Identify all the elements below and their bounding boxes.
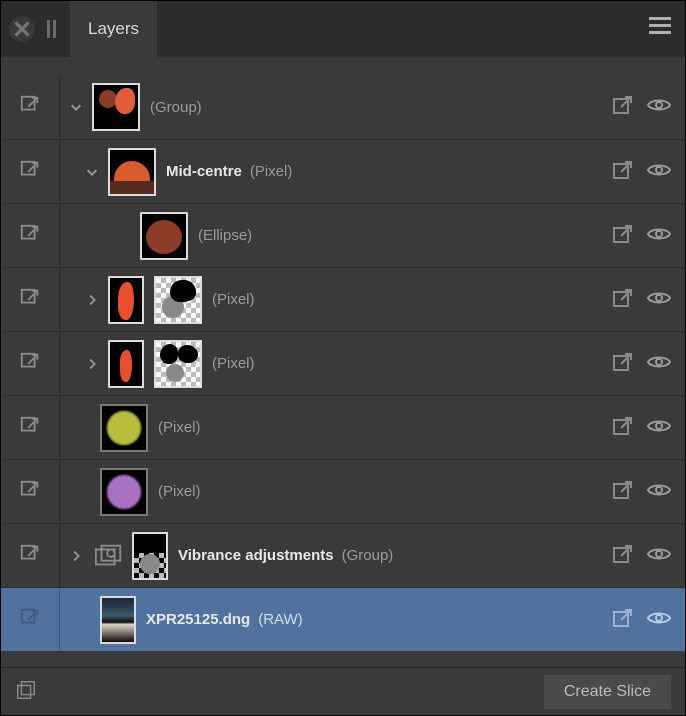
export-icon[interactable] <box>611 286 635 314</box>
layer-name: Vibrance adjustments <box>178 547 334 564</box>
export-icon[interactable] <box>19 94 41 120</box>
layer-type: (Pixel) <box>250 163 293 180</box>
export-icon[interactable] <box>611 478 635 506</box>
layer-thumbnail[interactable] <box>100 468 148 516</box>
visibility-icon[interactable] <box>647 225 671 247</box>
layer-thumbnail[interactable] <box>140 212 188 260</box>
layer-type: (RAW) <box>258 611 302 628</box>
layer-row[interactable]: XPR25125.dng (RAW) <box>1 587 685 651</box>
layer-name: Mid-centre <box>166 163 242 180</box>
layer-row[interactable]: Mid-centre (Pixel) <box>1 139 685 203</box>
export-icon[interactable] <box>611 414 635 442</box>
layer-thumbnail[interactable] <box>108 276 144 324</box>
export-icon[interactable] <box>19 415 41 441</box>
layer-type: (Pixel) <box>158 483 201 500</box>
visibility-icon[interactable] <box>647 161 671 183</box>
copy-layers-icon[interactable] <box>15 679 37 705</box>
export-icon[interactable] <box>19 607 41 633</box>
layer-thumbnail[interactable] <box>92 83 140 131</box>
visibility-icon[interactable] <box>647 545 671 567</box>
export-icon[interactable] <box>19 351 41 377</box>
create-slice-button[interactable]: Create Slice <box>544 675 671 709</box>
layer-row[interactable]: (Pixel) <box>1 459 685 523</box>
layers-list: (Group) Mid-centre (Pixel) <box>1 57 685 667</box>
close-button[interactable] <box>9 16 35 42</box>
panel-menu-button[interactable] <box>649 17 671 34</box>
layer-type: (Ellipse) <box>198 227 252 244</box>
layer-row[interactable]: Vibrance adjustments (Group) <box>1 523 685 587</box>
layer-thumbnail[interactable] <box>100 404 148 452</box>
layers-panel: Layers (Group) <box>0 0 686 716</box>
visibility-icon[interactable] <box>647 417 671 439</box>
layer-thumbnail[interactable] <box>132 532 168 580</box>
export-icon[interactable] <box>611 350 635 378</box>
layer-type: (Group) <box>342 547 394 564</box>
layer-row[interactable]: (Group) <box>1 75 685 139</box>
chevron-down-icon[interactable] <box>66 97 86 117</box>
tab-layers[interactable]: Layers <box>70 1 157 57</box>
export-icon[interactable] <box>19 223 41 249</box>
layer-thumbnail[interactable] <box>100 596 136 644</box>
chevron-down-icon[interactable] <box>82 162 102 182</box>
layer-name: XPR25125.dng <box>146 611 250 628</box>
visibility-icon[interactable] <box>647 289 671 311</box>
chevron-right-icon[interactable] <box>82 354 102 374</box>
panel-footer: Create Slice <box>1 667 685 715</box>
layer-row[interactable]: (Pixel) <box>1 331 685 395</box>
export-icon[interactable] <box>611 93 635 121</box>
visibility-icon[interactable] <box>647 481 671 503</box>
visibility-icon[interactable] <box>647 96 671 118</box>
layer-mask-thumbnail[interactable] <box>154 340 202 388</box>
tab-label: Layers <box>88 19 139 39</box>
dock-icon[interactable] <box>43 20 60 38</box>
layer-type: (Pixel) <box>158 419 201 436</box>
layer-thumbnail[interactable] <box>108 340 144 388</box>
export-icon[interactable] <box>611 542 635 570</box>
layer-mask-thumbnail[interactable] <box>154 276 202 324</box>
layer-type: (Pixel) <box>212 291 255 308</box>
layer-type: (Group) <box>150 99 202 116</box>
layer-row[interactable]: (Pixel) <box>1 267 685 331</box>
export-icon[interactable] <box>611 158 635 186</box>
export-icon[interactable] <box>19 543 41 569</box>
panel-header: Layers <box>1 1 685 57</box>
visibility-icon[interactable] <box>647 353 671 375</box>
layer-type: (Pixel) <box>212 355 255 372</box>
export-icon[interactable] <box>611 606 635 634</box>
chevron-right-icon[interactable] <box>66 546 86 566</box>
export-icon[interactable] <box>19 479 41 505</box>
visibility-icon[interactable] <box>647 609 671 631</box>
chevron-right-icon[interactable] <box>82 290 102 310</box>
layer-thumbnail[interactable] <box>108 148 156 196</box>
export-icon[interactable] <box>19 287 41 313</box>
layer-row[interactable]: (Ellipse) <box>1 203 685 267</box>
export-icon[interactable] <box>19 159 41 185</box>
adjustment-icon <box>92 542 126 570</box>
export-icon[interactable] <box>611 222 635 250</box>
layer-row[interactable]: (Pixel) <box>1 395 685 459</box>
